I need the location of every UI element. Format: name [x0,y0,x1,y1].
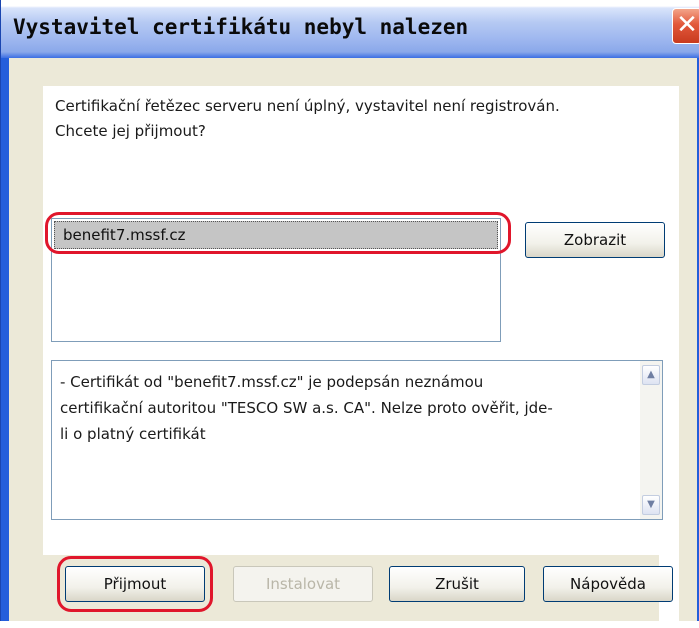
cancel-button[interactable]: Zrušit [389,566,525,602]
close-icon[interactable]: ✕ [672,8,699,44]
prompt-message-line-2: Chcete jej přijmout? [55,122,206,140]
prompt-message-line-1: Certifikační řetězec serveru není úplný,… [55,97,560,115]
details-line-3: li o platný certifikát [60,425,206,443]
scroll-down-arrow-icon[interactable]: ▼ [642,495,660,515]
details-line-1: - Certifikát od "benefit7.mssf.cz" je po… [60,373,484,391]
details-line-2: certifikační autoritou "TESCO SW a.s. CA… [60,399,553,417]
details-text: - Certifikát od "benefit7.mssf.cz" je po… [60,369,630,447]
details-scrollbar[interactable]: ▲ ▼ [640,361,662,519]
certificate-dialog-window: Vystavitel certifikátu nebyl nalezen ✕ C… [0,0,699,628]
install-button[interactable]: Instalovat [233,566,373,602]
certificate-details-box[interactable]: - Certifikát od "benefit7.mssf.cz" je po… [51,360,663,520]
content-panel [43,86,679,628]
highlight-annotation-certificate [45,212,511,254]
help-button[interactable]: Nápověda [543,566,673,602]
title-bar[interactable]: Vystavitel certifikátu nebyl nalezen ✕ [1,0,699,58]
scroll-up-arrow-icon[interactable]: ▲ [642,365,660,385]
view-button[interactable]: Zobrazit [525,222,665,258]
prompt-message: Certifikační řetězec serveru není úplný,… [55,94,665,144]
dialog-title: Vystavitel certifikátu nebyl nalezen [13,15,469,39]
highlight-annotation-accept [57,556,213,612]
